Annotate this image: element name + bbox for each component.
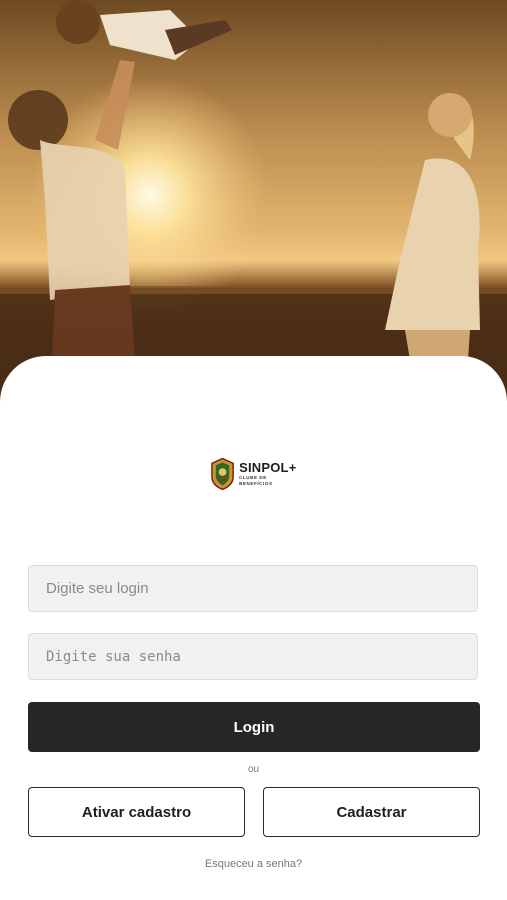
login-input[interactable]	[28, 565, 478, 612]
forgot-password-link[interactable]: Esqueceu a senha?	[0, 858, 507, 870]
logo-plus: +	[288, 460, 297, 475]
password-input[interactable]	[28, 633, 478, 680]
activate-account-button[interactable]: Ativar cadastro	[28, 787, 245, 837]
sinpol-logo: SINPOL+ CLUBE DE BENEFÍCIOS	[210, 456, 300, 492]
child-silhouette	[56, 0, 232, 60]
register-button[interactable]: Cadastrar	[263, 787, 480, 837]
badge-emblem-icon	[211, 457, 234, 491]
or-separator: ou	[247, 764, 260, 775]
woman-silhouette	[385, 93, 480, 360]
logo-subtitle: CLUBE DE BENEFÍCIOS	[239, 475, 273, 486]
logo-name: SINPOL	[239, 460, 289, 475]
login-button[interactable]: Login	[28, 702, 480, 752]
